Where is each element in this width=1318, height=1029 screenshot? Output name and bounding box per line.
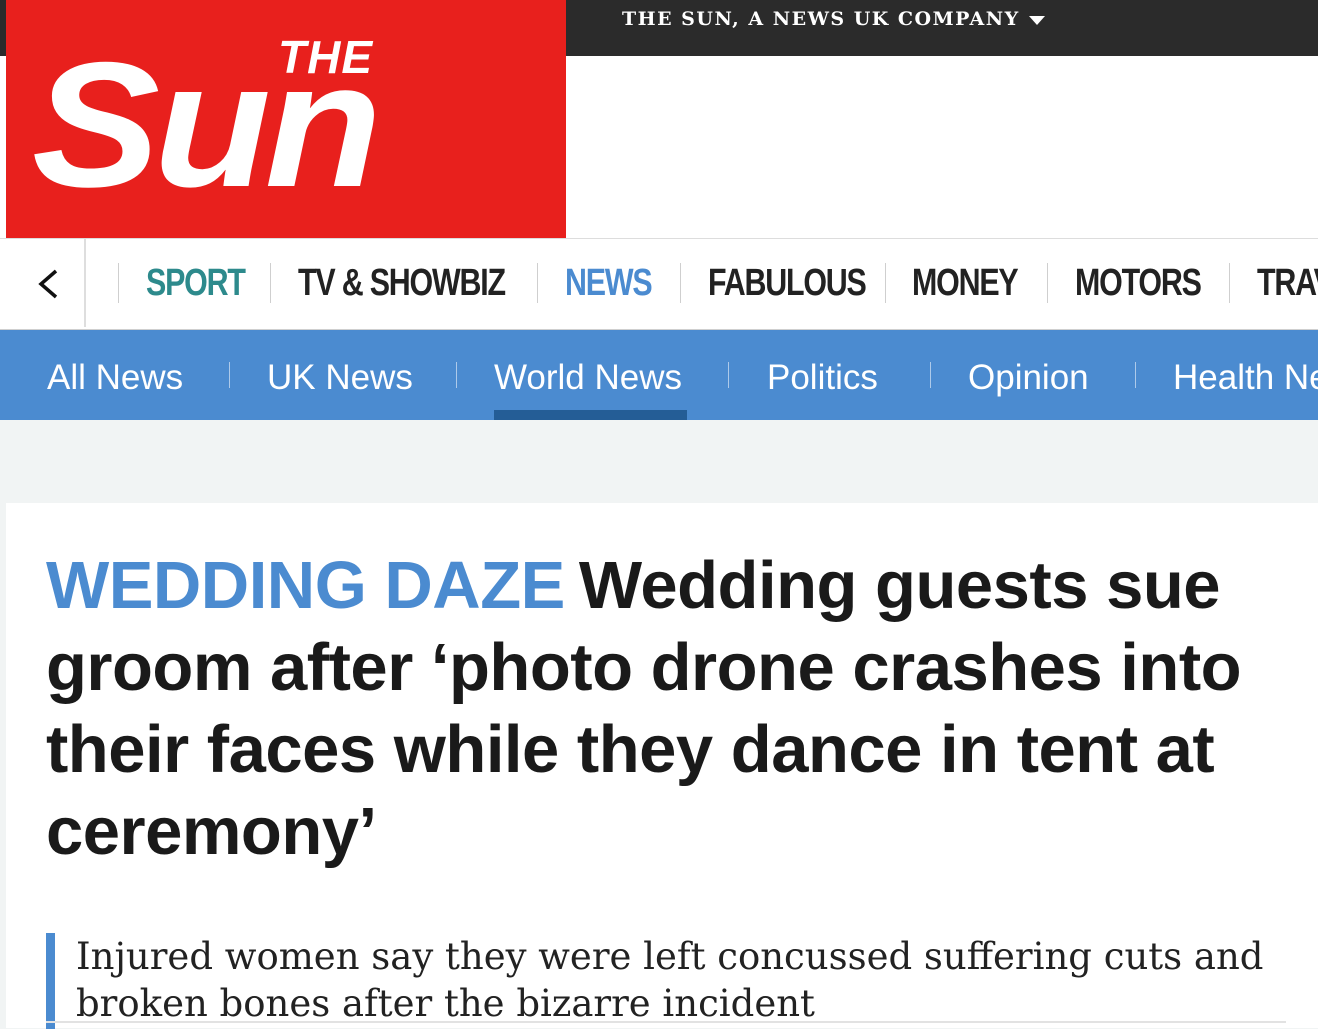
nav-separator	[1229, 263, 1230, 303]
nav-separator	[270, 263, 271, 303]
subnav-separator	[456, 362, 457, 388]
nav-travel[interactable]: TRAV	[1257, 261, 1318, 305]
subnav-opinion[interactable]: Opinion	[968, 358, 1089, 398]
nav-separator	[118, 263, 119, 303]
subnav-uk-news[interactable]: UK News	[267, 358, 413, 398]
logo-sun-text: Sun	[32, 26, 376, 225]
subnav-separator	[930, 362, 931, 388]
nav-separator	[885, 263, 886, 303]
nav-sport[interactable]: SPORT	[146, 261, 246, 305]
nav-tv-showbiz[interactable]: TV & SHOWBIZ	[298, 261, 506, 305]
subnav-world-news[interactable]: World News	[494, 358, 682, 398]
nav-news[interactable]: NEWS	[565, 261, 653, 305]
subnav-politics[interactable]: Politics	[767, 358, 878, 398]
divider	[46, 1021, 1286, 1023]
article-standfirst: Injured women say they were left concuss…	[46, 933, 1284, 1029]
news-sub-nav: All News UK News World News Politics Opi…	[0, 330, 1318, 420]
nav-back-button[interactable]	[6, 239, 86, 327]
company-bar: THE SUN, A NEWS UK COMPANY	[566, 0, 1318, 56]
subnav-separator	[1135, 362, 1136, 388]
active-tab-indicator	[494, 410, 687, 420]
subnav-health-news[interactable]: Health Ne	[1173, 358, 1318, 398]
subnav-separator	[229, 362, 230, 388]
company-dropdown-label[interactable]: THE SUN, A NEWS UK COMPANY	[622, 8, 1020, 30]
nav-fabulous[interactable]: FABULOUS	[708, 261, 867, 305]
nav-separator	[537, 263, 538, 303]
chevron-left-icon	[38, 269, 58, 299]
article-header: WEDDING DAZE Wedding guests sue groom aft…	[6, 503, 1318, 1029]
nav-motors[interactable]: MOTORS	[1075, 261, 1202, 305]
subnav-all-news[interactable]: All News	[47, 358, 183, 398]
logo-graphic: THE Sun	[32, 26, 382, 225]
subnav-separator	[728, 362, 729, 388]
nav-money[interactable]: MONEY	[912, 261, 1019, 305]
caret-down-icon[interactable]	[1029, 16, 1045, 25]
primary-nav: SPORT TV & SHOWBIZ NEWS FABULOUS MONEY M…	[0, 238, 1318, 331]
article-kicker: WEDDING DAZE	[46, 548, 565, 623]
the-sun-logo[interactable]: THE Sun	[6, 0, 566, 238]
article-headline: WEDDING DAZE Wedding guests sue groom aft…	[46, 545, 1296, 873]
nav-separator	[680, 263, 681, 303]
nav-separator	[1047, 263, 1048, 303]
